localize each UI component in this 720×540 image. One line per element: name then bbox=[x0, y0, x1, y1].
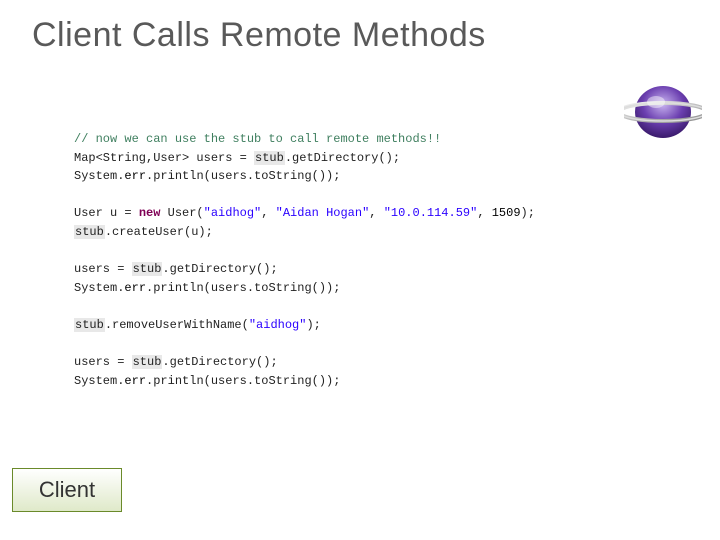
code-text: .getDirectory(); bbox=[162, 355, 277, 369]
code-text: User u = bbox=[74, 206, 139, 220]
code-comment: // now we can use the stub to call remot… bbox=[74, 132, 441, 146]
code-stub: stub bbox=[74, 225, 105, 239]
code-text: .println(users.toString()); bbox=[146, 281, 340, 295]
client-label: Client bbox=[39, 477, 95, 503]
code-text: System. bbox=[74, 169, 124, 183]
code-stub: stub bbox=[132, 262, 163, 276]
code-stub: stub bbox=[74, 318, 105, 332]
code-text: users = bbox=[74, 262, 132, 276]
code-text: , bbox=[369, 206, 383, 220]
code-text: , bbox=[477, 206, 491, 220]
code-number: 1509 bbox=[492, 206, 521, 220]
code-text: .getDirectory(); bbox=[162, 262, 277, 276]
code-text: .println(users.toString()); bbox=[146, 169, 340, 183]
code-err: err bbox=[124, 374, 146, 388]
code-text: .getDirectory(); bbox=[285, 151, 400, 165]
code-string: "aidhog" bbox=[249, 318, 307, 332]
code-text: User( bbox=[160, 206, 203, 220]
slide-title: Client Calls Remote Methods bbox=[32, 16, 486, 55]
code-text: , bbox=[261, 206, 275, 220]
code-err: err bbox=[124, 281, 146, 295]
code-keyword: new bbox=[139, 206, 161, 220]
code-text: .println(users.toString()); bbox=[146, 374, 340, 388]
code-string: "aidhog" bbox=[204, 206, 262, 220]
code-stub: stub bbox=[132, 355, 163, 369]
code-text: ); bbox=[521, 206, 535, 220]
code-text: Map<String,User> users = bbox=[74, 151, 254, 165]
code-string: "10.0.114.59" bbox=[384, 206, 478, 220]
code-text: System. bbox=[74, 374, 124, 388]
code-err: err bbox=[124, 169, 146, 183]
code-block: // now we can use the stub to call remot… bbox=[74, 130, 535, 390]
code-text: .removeUserWithName( bbox=[105, 318, 249, 332]
code-stub: stub bbox=[254, 151, 285, 165]
code-text: .createUser(u); bbox=[105, 225, 213, 239]
eclipse-logo-icon bbox=[624, 80, 702, 142]
code-string: "Aidan Hogan" bbox=[276, 206, 370, 220]
code-text: System. bbox=[74, 281, 124, 295]
code-text: users = bbox=[74, 355, 132, 369]
code-text: ); bbox=[306, 318, 320, 332]
client-box: Client bbox=[12, 468, 122, 512]
